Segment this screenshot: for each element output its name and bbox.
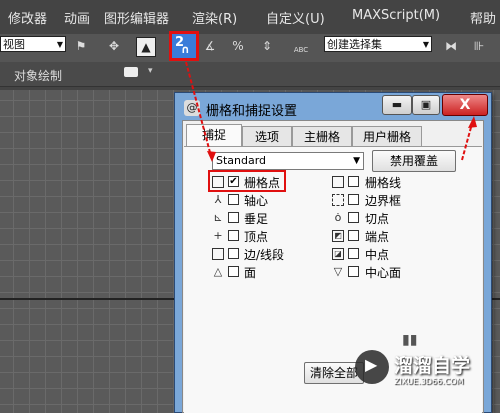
watermark-logo-icon: ▶: [355, 350, 389, 384]
watermark-subtitle: ZIXUE.3D66.COM: [394, 377, 464, 386]
watermark-title: 溜溜自学: [394, 355, 471, 377]
